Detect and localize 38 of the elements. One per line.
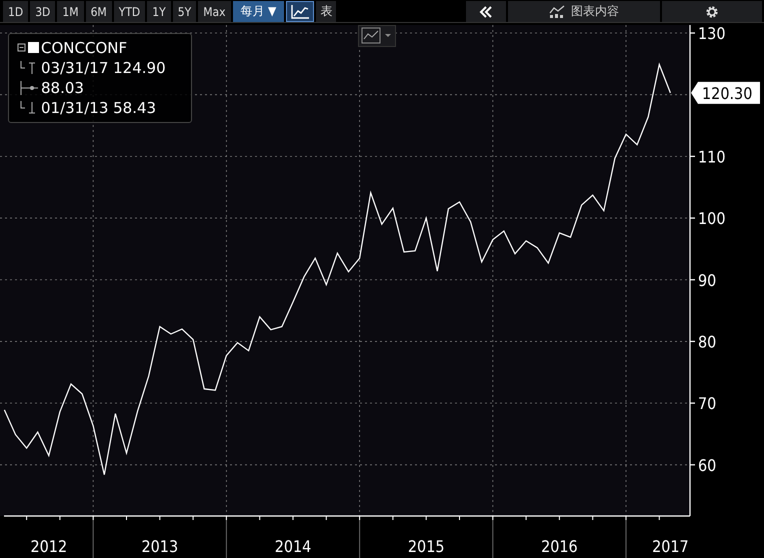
table-button[interactable]: 表 [316, 1, 336, 22]
y-tick-label: 90 [698, 270, 716, 290]
y-tick-label: 80 [698, 332, 716, 352]
average-value: 88.03 [41, 78, 84, 98]
period-button[interactable]: Max [198, 1, 231, 22]
y-tick-label: 130 [698, 25, 726, 44]
y-tick-label: 70 [698, 394, 716, 414]
x-tick-label: 2014 [274, 537, 312, 556]
chart-contents-button[interactable]: 图表内容 [508, 1, 660, 22]
period-button[interactable]: 5Y [172, 1, 196, 22]
settings-icon [705, 4, 719, 18]
y-tick-label: 60 [698, 456, 716, 475]
collapse-button[interactable] [466, 1, 506, 22]
double-chevron-icon [479, 6, 493, 18]
frequency-dropdown[interactable]: 每月 ▼ [232, 1, 284, 22]
line-chart-button[interactable] [286, 1, 314, 22]
period-button[interactable]: 3D [30, 1, 56, 22]
collapse-tree-icon[interactable] [17, 41, 39, 55]
period-button[interactable]: 1Y [147, 1, 171, 22]
x-tick-label: 2015 [408, 537, 445, 556]
last-value-tag: 120.30 [691, 82, 760, 104]
x-tick-label: 2013 [142, 537, 178, 556]
high-value: 03/31/17 124.90 [41, 58, 166, 78]
x-tick-label: 2016 [541, 537, 578, 556]
y-tick-label: 100 [698, 209, 726, 228]
y-tick-label: 110 [698, 147, 726, 166]
low-value: 01/31/13 58.43 [41, 98, 156, 118]
period-button[interactable]: 1D [3, 1, 28, 22]
line-chart-icon [290, 4, 310, 20]
period-button[interactable]: 6M [86, 1, 112, 22]
period-button[interactable]: YTD [114, 1, 146, 22]
period-button[interactable]: 1M [57, 1, 84, 22]
chart-type-dropdown[interactable] [358, 25, 396, 47]
x-tick-label: 2017 [652, 537, 689, 556]
x-tick-label: 2012 [30, 537, 68, 556]
settings-button[interactable] [662, 1, 762, 22]
ticker-label: CONCCONF [41, 38, 128, 58]
chart-icon [549, 4, 565, 18]
